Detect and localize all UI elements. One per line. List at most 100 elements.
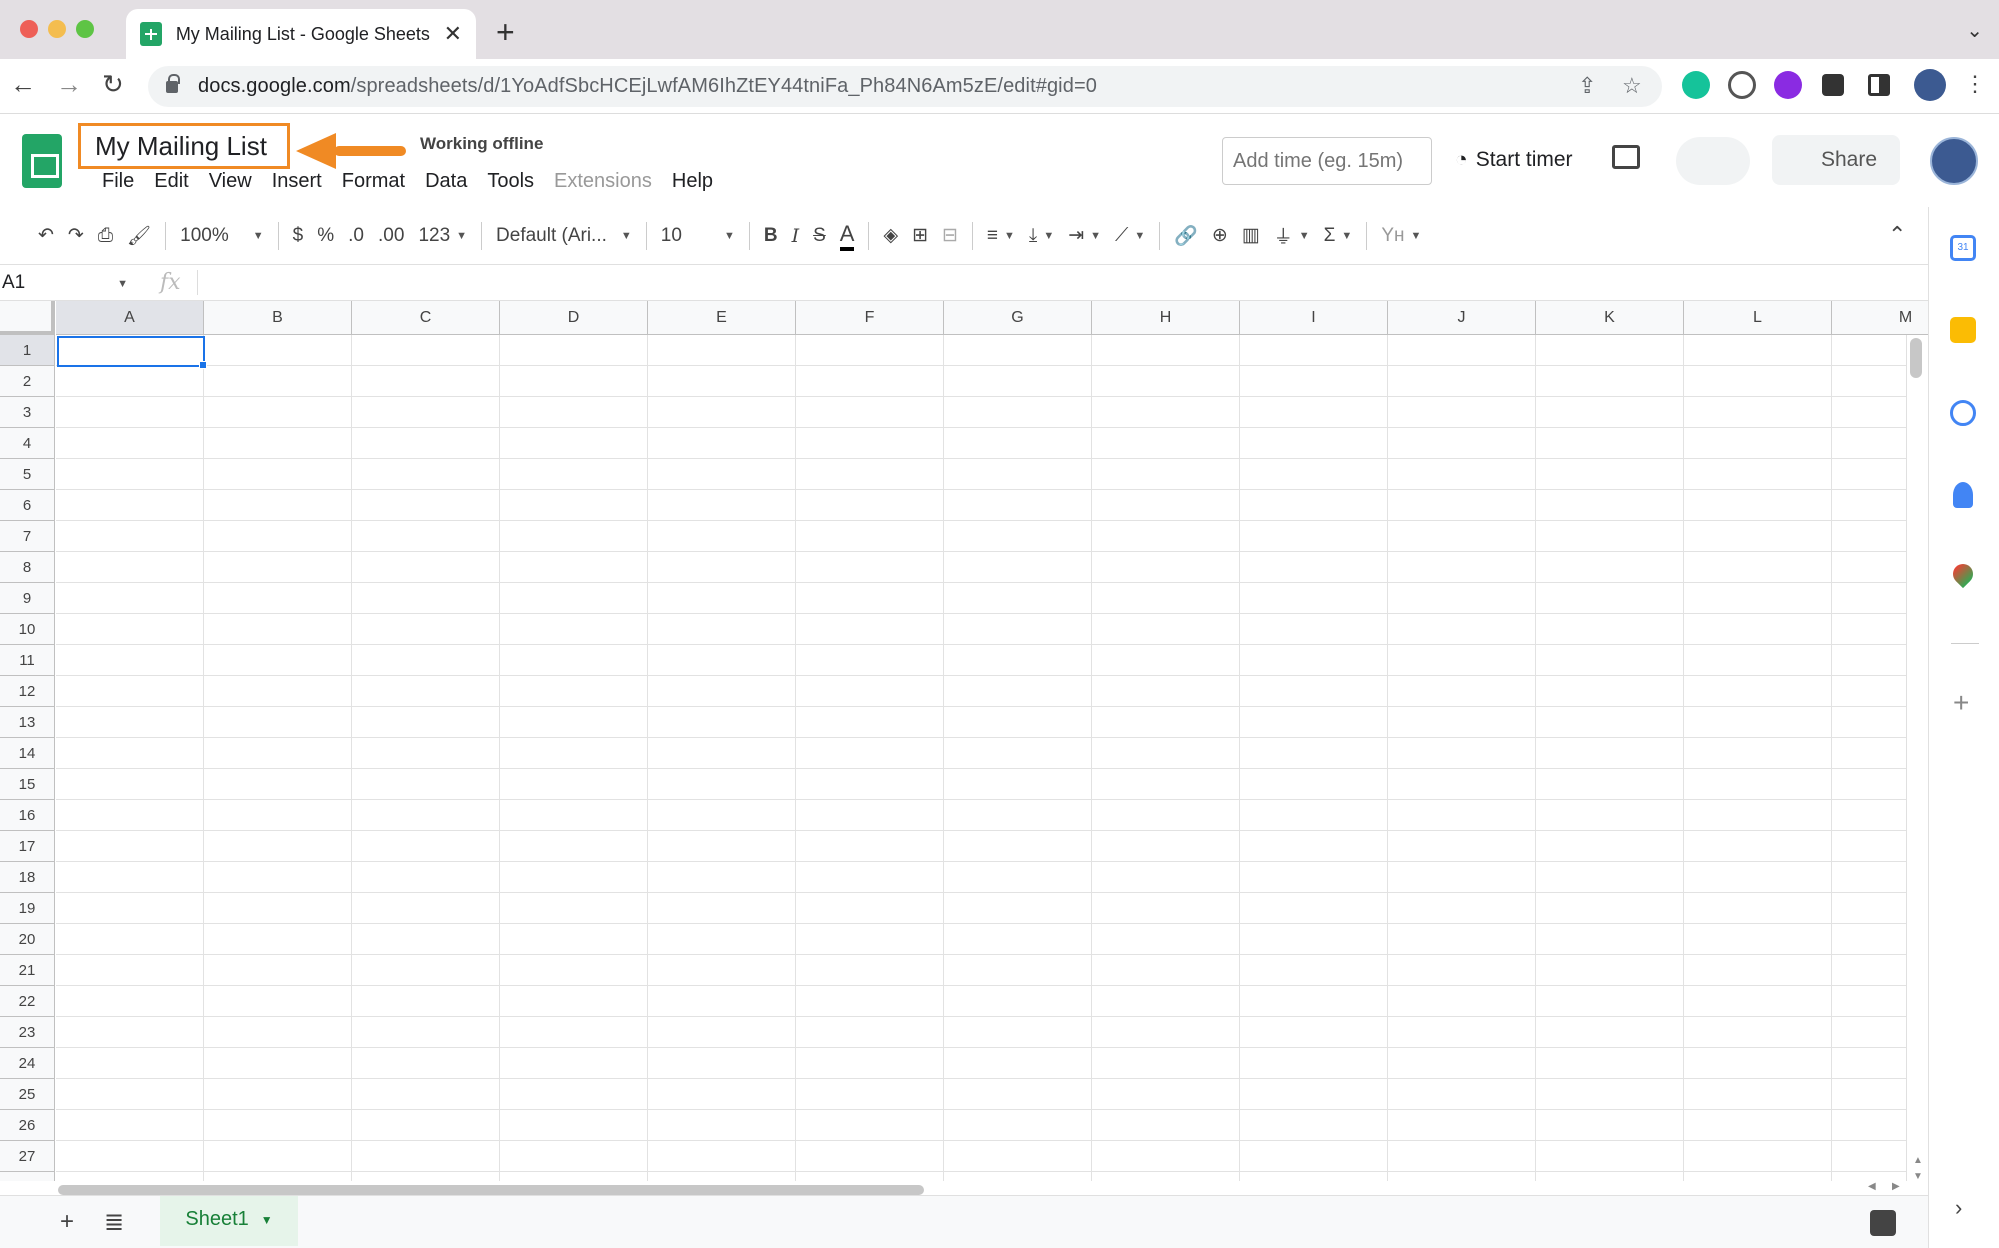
- column-header[interactable]: D: [500, 301, 648, 335]
- comment-history-icon[interactable]: [1612, 145, 1640, 169]
- share-page-icon[interactable]: ⇪: [1578, 73, 1596, 99]
- profile-avatar[interactable]: [1914, 69, 1946, 101]
- font-select[interactable]: Default (Ari... ▼: [496, 218, 632, 254]
- column-header[interactable]: H: [1092, 301, 1240, 335]
- menu-tools[interactable]: Tools: [477, 170, 544, 193]
- add-sheet-icon[interactable]: +: [60, 1208, 74, 1236]
- start-timer-button[interactable]: ◔ Start timer: [1455, 148, 1573, 172]
- row-header[interactable]: 18: [0, 862, 55, 893]
- column-header[interactable]: L: [1684, 301, 1832, 335]
- more-formats-select[interactable]: 123 ▼: [418, 218, 467, 254]
- row-header[interactable]: 5: [0, 459, 55, 490]
- zoom-select[interactable]: 100% ▼: [180, 218, 264, 254]
- share-button[interactable]: Share: [1772, 135, 1900, 185]
- vertical-scrollbar[interactable]: ▲ ▼: [1906, 335, 1928, 1181]
- input-tools-icon[interactable]: Yн ▼: [1381, 218, 1421, 254]
- get-addons-icon[interactable]: +: [1953, 687, 1969, 719]
- row-header[interactable]: 27: [0, 1141, 55, 1172]
- row-header[interactable]: 10: [0, 614, 55, 645]
- maps-icon[interactable]: [1948, 559, 1978, 589]
- menu-edit[interactable]: Edit: [144, 170, 198, 193]
- insert-link-icon[interactable]: 🔗: [1174, 218, 1198, 254]
- paint-format-icon[interactable]: 🖌: [127, 218, 151, 254]
- row-header[interactable]: 13: [0, 707, 55, 738]
- fill-handle[interactable]: [199, 361, 207, 369]
- insert-chart-icon[interactable]: ▥: [1242, 218, 1260, 254]
- currency-format-button[interactable]: $: [293, 218, 304, 254]
- bold-button[interactable]: B: [764, 218, 778, 254]
- row-header[interactable]: 24: [0, 1048, 55, 1079]
- row-header[interactable]: 26: [0, 1110, 55, 1141]
- borders-icon[interactable]: ⊞: [912, 218, 928, 254]
- column-header[interactable]: B: [204, 301, 352, 335]
- timer-input[interactable]: [1222, 137, 1432, 185]
- print-icon[interactable]: ⎙: [98, 218, 113, 254]
- menu-extensions[interactable]: Extensions: [544, 170, 662, 193]
- keep-icon[interactable]: [1950, 317, 1976, 343]
- horizontal-align-icon[interactable]: ≡ ▼: [987, 218, 1015, 254]
- row-header[interactable]: 23: [0, 1017, 55, 1048]
- column-header[interactable]: C: [352, 301, 500, 335]
- scroll-down-icon[interactable]: ▼: [1913, 1171, 1923, 1181]
- text-rotation-icon[interactable]: ⟋ ▼: [1115, 218, 1145, 254]
- row-header[interactable]: 9: [0, 583, 55, 614]
- row-header[interactable]: 21: [0, 955, 55, 986]
- scroll-up-icon[interactable]: ▲: [1913, 1155, 1923, 1166]
- offline-status[interactable]: Working offline: [420, 134, 543, 154]
- text-color-button[interactable]: A: [839, 221, 855, 251]
- column-header[interactable]: A: [56, 301, 204, 335]
- sidebar-toggle-icon[interactable]: [1868, 74, 1890, 96]
- select-all-corner[interactable]: [0, 301, 55, 335]
- row-header[interactable]: 20: [0, 924, 55, 955]
- minimize-window-button[interactable]: [48, 20, 66, 38]
- font-size-select[interactable]: 10 ▼: [661, 218, 735, 254]
- contacts-icon[interactable]: [1953, 482, 1973, 508]
- filter-icon[interactable]: ⏚ ▼: [1274, 218, 1310, 254]
- explore-icon[interactable]: [1870, 1210, 1896, 1236]
- lock-icon[interactable]: [166, 73, 180, 93]
- active-cell[interactable]: [57, 336, 205, 367]
- scroll-left-icon[interactable]: ◀: [1868, 1181, 1876, 1192]
- vertical-align-icon[interactable]: ⤓ ▼: [1029, 218, 1054, 254]
- row-header[interactable]: 25: [0, 1079, 55, 1110]
- all-sheets-icon[interactable]: ≣: [104, 1208, 124, 1237]
- row-header[interactable]: 6: [0, 490, 55, 521]
- row-header[interactable]: 19: [0, 893, 55, 924]
- row-header[interactable]: 14: [0, 738, 55, 769]
- text-wrapping-icon[interactable]: ⇥ ▼: [1068, 218, 1101, 254]
- reload-icon[interactable]: ↻: [102, 69, 124, 100]
- chevron-right-icon[interactable]: ›: [1955, 1195, 1962, 1221]
- cell-area[interactable]: [56, 335, 1908, 1181]
- new-tab-button[interactable]: +: [496, 14, 515, 51]
- grammarly-extension-icon[interactable]: [1682, 71, 1710, 99]
- decrease-decimal-button[interactable]: .0: [348, 218, 364, 254]
- close-tab-icon[interactable]: ✕: [444, 21, 462, 47]
- horizontal-scrollbar[interactable]: ◀ ▶: [0, 1181, 1928, 1195]
- row-header[interactable]: 3: [0, 397, 55, 428]
- browser-menu-icon[interactable]: ⋮: [1964, 71, 1986, 97]
- row-header[interactable]: 8: [0, 552, 55, 583]
- menu-insert[interactable]: Insert: [262, 170, 332, 193]
- undo-icon[interactable]: ↶: [38, 218, 54, 254]
- menu-view[interactable]: View: [199, 170, 262, 193]
- zoom-window-button[interactable]: [76, 20, 94, 38]
- column-header[interactable]: G: [944, 301, 1092, 335]
- horizontal-scroll-thumb[interactable]: [58, 1185, 924, 1195]
- bookmark-star-icon[interactable]: ☆: [1622, 73, 1642, 99]
- row-header[interactable]: 17: [0, 831, 55, 862]
- column-header[interactable]: M: [1832, 301, 1928, 335]
- column-header[interactable]: K: [1536, 301, 1684, 335]
- w-extension-icon[interactable]: [1774, 71, 1802, 99]
- row-header[interactable]: 4: [0, 428, 55, 459]
- column-header[interactable]: E: [648, 301, 796, 335]
- row-header[interactable]: 1: [0, 335, 55, 366]
- chevron-down-icon[interactable]: ⌄: [1966, 18, 1983, 43]
- column-header[interactable]: F: [796, 301, 944, 335]
- scroll-right-icon[interactable]: ▶: [1892, 1181, 1900, 1192]
- row-header[interactable]: 16: [0, 800, 55, 831]
- menu-data[interactable]: Data: [415, 170, 477, 193]
- merge-cells-icon[interactable]: ⊟: [942, 218, 958, 254]
- insert-comment-icon[interactable]: ⊕: [1212, 218, 1228, 254]
- back-icon[interactable]: ←: [10, 69, 36, 100]
- menu-file[interactable]: File: [92, 170, 144, 193]
